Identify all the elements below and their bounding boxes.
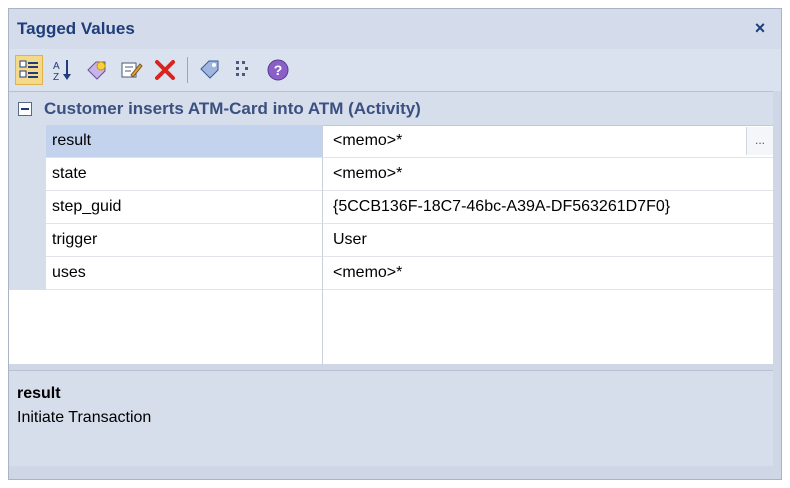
title-bar: Tagged Values × bbox=[9, 9, 781, 49]
delete-tag-icon[interactable] bbox=[151, 55, 179, 85]
close-icon[interactable]: × bbox=[749, 17, 771, 39]
help-icon[interactable]: ? bbox=[264, 55, 292, 85]
window-title: Tagged Values bbox=[17, 19, 135, 38]
edit-tag-icon[interactable] bbox=[117, 55, 145, 85]
alphabetic-sort-icon[interactable]: A Z bbox=[49, 55, 77, 85]
tag-value-icon[interactable] bbox=[196, 55, 224, 85]
tag-name[interactable]: state bbox=[46, 158, 323, 191]
category-header[interactable]: Customer inserts ATM-Card into ATM (Acti… bbox=[9, 92, 773, 126]
svg-text:?: ? bbox=[274, 62, 283, 78]
category-label: Customer inserts ATM-Card into ATM (Acti… bbox=[44, 98, 421, 118]
table-row[interactable]: result <memo>* ... bbox=[9, 125, 773, 158]
row-gutter bbox=[9, 257, 46, 290]
row-gutter bbox=[9, 158, 46, 191]
categorized-view-icon[interactable] bbox=[15, 55, 43, 85]
collapse-icon[interactable] bbox=[18, 101, 32, 116]
empty-grid-area bbox=[9, 290, 323, 364]
row-gutter bbox=[9, 125, 46, 158]
property-grid: Customer inserts ATM-Card into ATM (Acti… bbox=[9, 91, 773, 364]
tag-value[interactable]: User bbox=[323, 224, 773, 257]
svg-text:A: A bbox=[53, 61, 60, 72]
tag-value[interactable]: <memo>* bbox=[323, 158, 773, 191]
tag-value[interactable]: {5CCB136F-18C7-46bc-A39A-DF563261D7F0} bbox=[323, 191, 773, 224]
description-text: Initiate Transaction bbox=[17, 409, 152, 426]
toolbar-separator bbox=[187, 57, 188, 83]
row-gutter bbox=[9, 191, 46, 224]
table-row[interactable]: uses <memo>* bbox=[9, 257, 773, 290]
tag-value-text: <memo>* bbox=[333, 132, 403, 149]
tag-name[interactable]: result bbox=[46, 125, 323, 158]
tag-name[interactable]: trigger bbox=[46, 224, 323, 257]
tag-name[interactable]: step_guid bbox=[46, 191, 323, 224]
new-tag-icon[interactable] bbox=[83, 55, 111, 85]
tag-value[interactable]: <memo>* bbox=[323, 257, 773, 290]
row-gutter bbox=[9, 224, 46, 257]
description-title: result bbox=[17, 385, 61, 402]
table-row[interactable]: state <memo>* bbox=[9, 158, 773, 191]
tag-value[interactable]: <memo>* ... bbox=[323, 125, 773, 158]
show-duplicates-icon[interactable] bbox=[230, 55, 258, 85]
description-panel: result Initiate Transaction bbox=[9, 370, 773, 466]
tag-name[interactable]: uses bbox=[46, 257, 323, 290]
table-row[interactable]: trigger User bbox=[9, 224, 773, 257]
toolbar: A Z ? bbox=[9, 49, 781, 91]
svg-text:Z: Z bbox=[53, 72, 59, 82]
table-row[interactable]: step_guid {5CCB136F-18C7-46bc-A39A-DF563… bbox=[9, 191, 773, 224]
edit-memo-button[interactable]: ... bbox=[746, 127, 773, 155]
